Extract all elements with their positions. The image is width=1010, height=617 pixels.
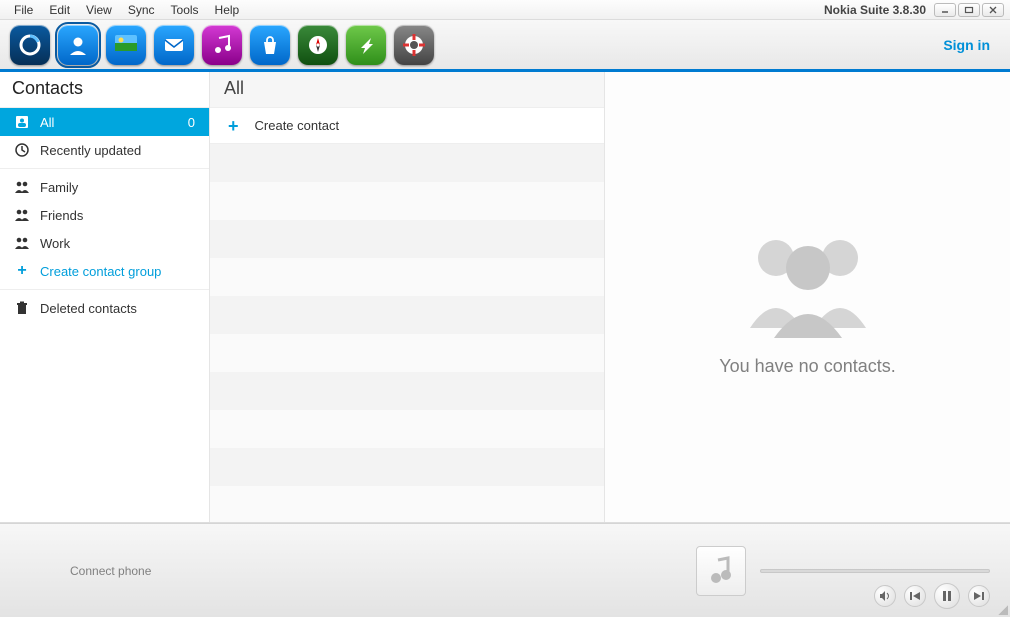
volume-button[interactable] <box>874 585 896 607</box>
maximize-button[interactable] <box>958 3 980 17</box>
sidebar-list: All 0 Recently updated Family <box>0 108 209 322</box>
play-pause-button[interactable] <box>934 583 960 609</box>
sidebar-item-count: 0 <box>188 115 195 130</box>
sidebar-item-all[interactable]: All 0 <box>0 108 209 136</box>
trash-icon <box>14 300 30 316</box>
nav-home[interactable] <box>10 25 50 65</box>
sidebar-item-family[interactable]: Family <box>0 173 209 201</box>
update-icon <box>355 34 377 56</box>
progress-bar[interactable] <box>760 569 990 573</box>
sidebar-item-deleted[interactable]: Deleted contacts <box>0 294 209 322</box>
plus-icon: + <box>14 263 30 279</box>
create-contact-label: Create contact <box>255 118 340 133</box>
maximize-icon <box>964 6 974 14</box>
player-controls <box>874 583 990 609</box>
sidebar: Contacts All 0 Recently updated <box>0 72 210 522</box>
previous-button[interactable] <box>904 585 926 607</box>
support-icon <box>402 33 426 57</box>
next-button[interactable] <box>968 585 990 607</box>
nav-maps[interactable] <box>298 25 338 65</box>
store-icon <box>259 34 281 56</box>
contacts-icon <box>66 33 90 57</box>
menu-sync[interactable]: Sync <box>120 1 163 19</box>
nav-support[interactable] <box>394 25 434 65</box>
contact-list-header: All <box>210 72 604 108</box>
messaging-icon <box>162 33 186 57</box>
contact-card-icon <box>14 114 30 130</box>
clock-icon <box>14 142 30 158</box>
sidebar-item-work[interactable]: Work <box>0 229 209 257</box>
nav-music[interactable] <box>202 25 242 65</box>
sidebar-item-label: Deleted contacts <box>40 301 137 316</box>
detail-panel: You have no contacts. <box>605 72 1010 522</box>
sidebar-item-friends[interactable]: Friends <box>0 201 209 229</box>
menu-view[interactable]: View <box>78 1 120 19</box>
volume-icon <box>879 590 891 602</box>
group-icon <box>14 207 30 223</box>
music-note-icon <box>706 556 736 586</box>
sidebar-divider <box>0 168 209 169</box>
list-row-empty <box>210 258 604 296</box>
group-icon <box>14 179 30 195</box>
home-icon <box>18 33 42 57</box>
menu-edit[interactable]: Edit <box>41 1 78 19</box>
list-row-empty <box>210 486 604 522</box>
contact-list[interactable] <box>210 144 604 522</box>
list-row-empty <box>210 410 604 448</box>
close-button[interactable] <box>982 3 1004 17</box>
pause-icon <box>941 590 953 602</box>
minimize-icon <box>940 6 950 14</box>
app-icons <box>10 25 434 65</box>
menubar: File Edit View Sync Tools Help <box>6 1 247 19</box>
list-row-empty <box>210 372 604 410</box>
music-icon <box>211 34 233 56</box>
app-title: Nokia Suite 3.8.30 <box>824 3 926 17</box>
sidebar-item-label: All <box>40 115 54 130</box>
empty-contacts-message: You have no contacts. <box>719 356 895 377</box>
menu-file[interactable]: File <box>6 1 41 19</box>
nav-contacts[interactable] <box>58 25 98 65</box>
nav-software-update[interactable] <box>346 25 386 65</box>
gallery-icon <box>113 32 139 58</box>
sidebar-create-group[interactable]: + Create contact group <box>0 257 209 285</box>
album-art[interactable] <box>696 546 746 596</box>
titlebar: File Edit View Sync Tools Help Nokia Sui… <box>0 0 1010 20</box>
sidebar-item-label: Family <box>40 180 78 195</box>
create-contact-button[interactable]: + Create contact <box>210 108 604 144</box>
nav-gallery[interactable] <box>106 25 146 65</box>
sidebar-item-label: Recently updated <box>40 143 141 158</box>
previous-icon <box>909 590 921 602</box>
minimize-button[interactable] <box>934 3 956 17</box>
connect-phone-link[interactable]: Connect phone <box>70 564 151 578</box>
contacts-placeholder-icon <box>728 218 888 338</box>
next-icon <box>973 590 985 602</box>
group-icon <box>14 235 30 251</box>
sign-in-link[interactable]: Sign in <box>943 37 1000 53</box>
maps-icon <box>306 33 330 57</box>
sidebar-header: Contacts <box>0 72 209 108</box>
footer: Connect phone <box>0 523 1010 617</box>
list-row-empty <box>210 448 604 486</box>
list-row-empty <box>210 144 604 182</box>
list-row-empty <box>210 296 604 334</box>
main: Contacts All 0 Recently updated <box>0 72 1010 523</box>
menu-tools[interactable]: Tools <box>163 1 207 19</box>
nav-store[interactable] <box>250 25 290 65</box>
menu-help[interactable]: Help <box>207 1 248 19</box>
sidebar-item-recent[interactable]: Recently updated <box>0 136 209 164</box>
resize-grip[interactable] <box>996 603 1008 615</box>
list-row-empty <box>210 220 604 258</box>
sidebar-divider <box>0 289 209 290</box>
list-row-empty <box>210 182 604 220</box>
sidebar-item-label: Work <box>40 236 70 251</box>
plus-icon: + <box>228 117 239 135</box>
nav-messaging[interactable] <box>154 25 194 65</box>
toolbar: Sign in <box>0 20 1010 72</box>
list-row-empty <box>210 334 604 372</box>
sidebar-item-label: Friends <box>40 208 83 223</box>
close-icon <box>988 6 998 14</box>
window-controls <box>934 3 1004 17</box>
sidebar-item-label: Create contact group <box>40 264 161 279</box>
contact-list-panel: All + Create contact <box>210 72 605 522</box>
